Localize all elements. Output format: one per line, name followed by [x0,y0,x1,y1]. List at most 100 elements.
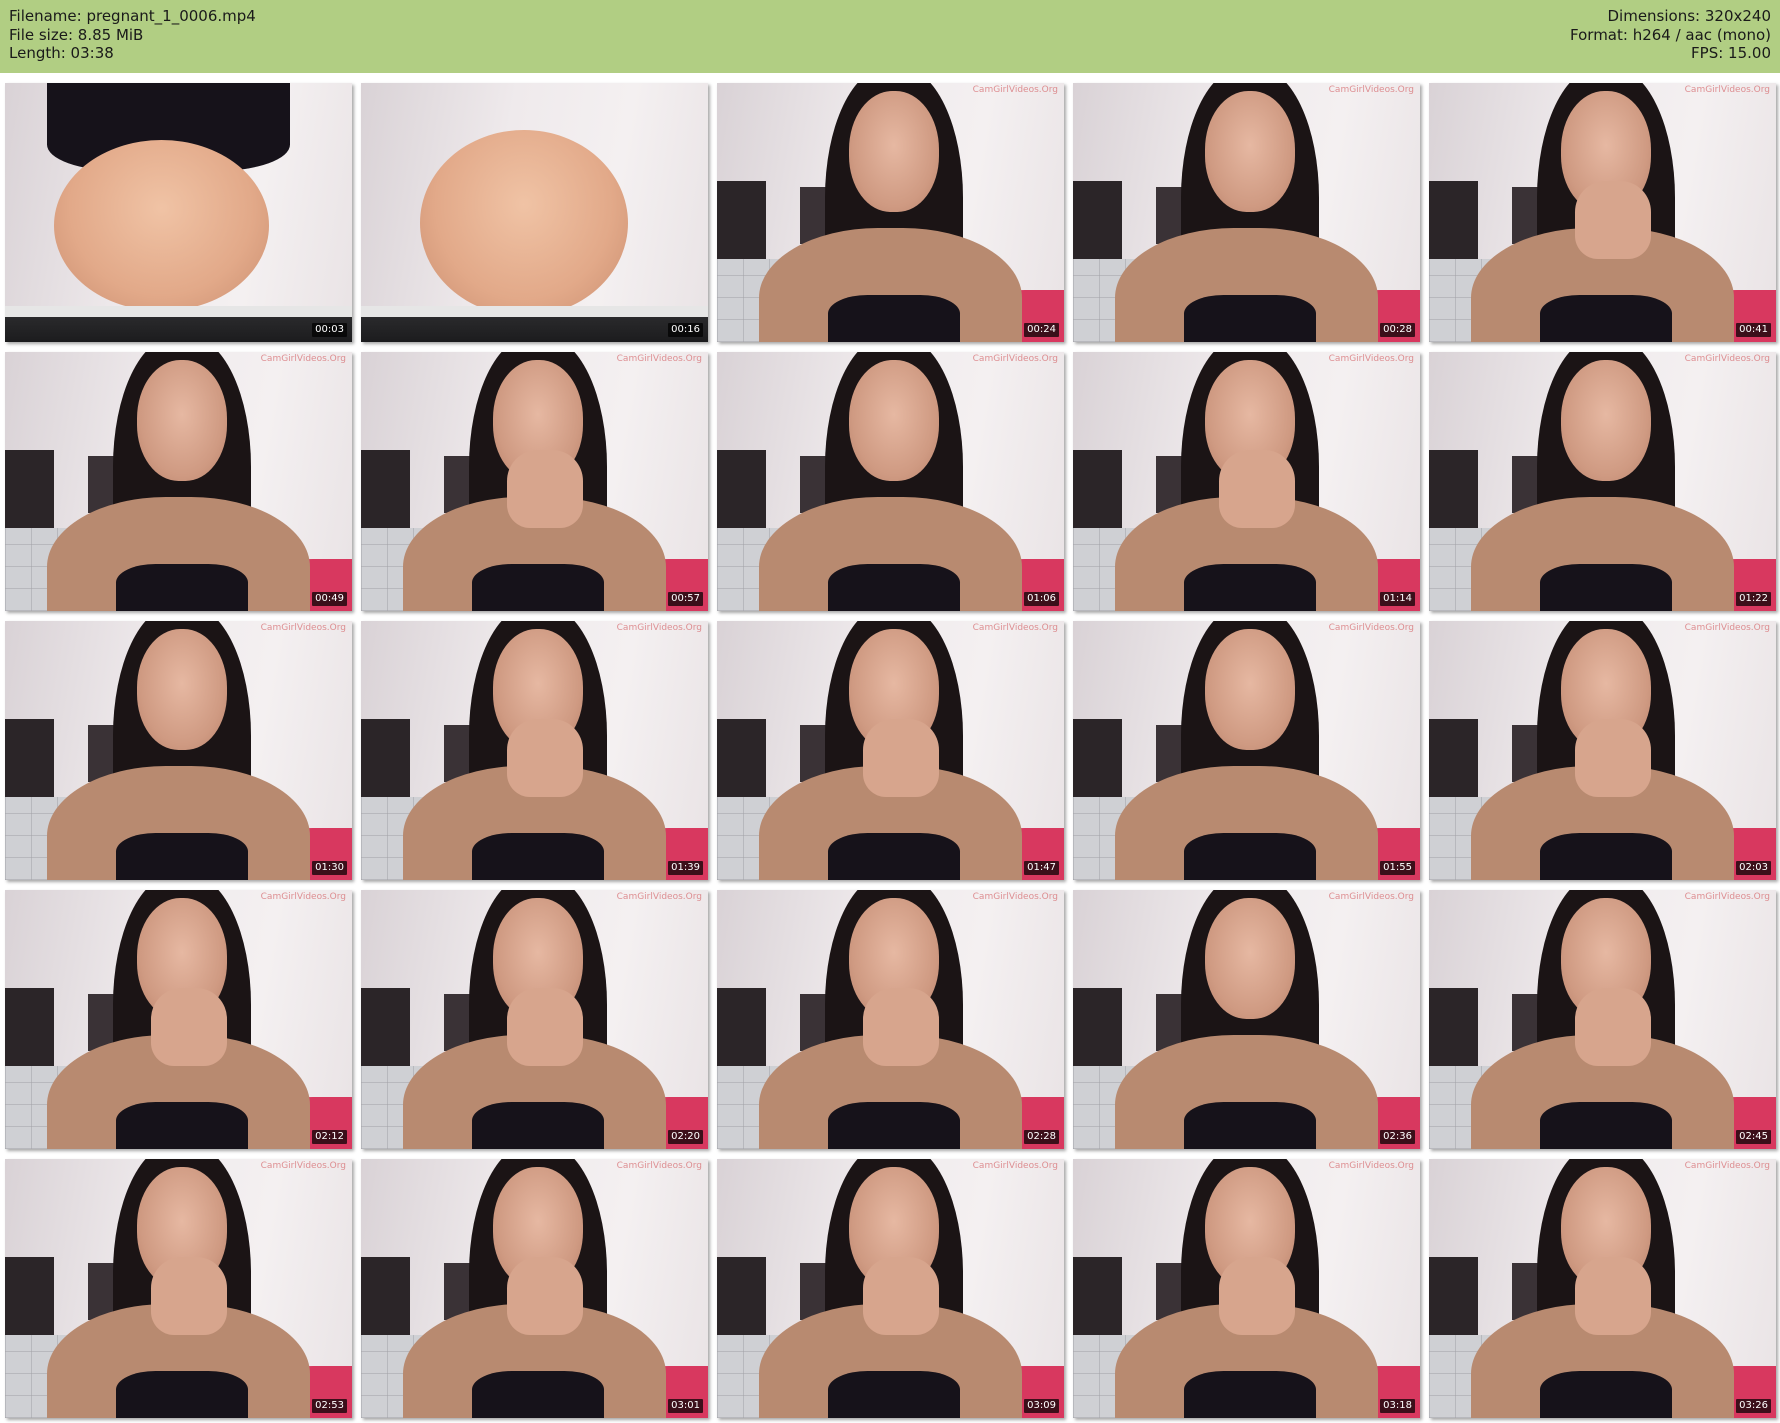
watermark-text: CamGirlVideos.Org [260,623,346,633]
frame-furniture [1429,450,1478,529]
video-frame-thumbnail: CamGirlVideos.Org 00:57 [361,352,708,611]
watermark-text: CamGirlVideos.Org [1684,1161,1770,1171]
frame-subject-hand [506,988,584,1067]
frame-furniture [1073,1257,1122,1336]
video-frame-thumbnail: CamGirlVideos.Org 02:03 [1429,621,1776,880]
frame-clothing [828,1102,960,1149]
timestamp-label: 02:20 [668,1130,703,1144]
frame-clothing [472,833,604,880]
timestamp-label: 03:26 [1736,1399,1771,1413]
frame-furniture [1429,1257,1478,1336]
timestamp-label: 02:53 [312,1399,347,1413]
frame-clothing [1184,1371,1316,1418]
watermark-text: CamGirlVideos.Org [260,354,346,364]
timestamp-label: 00:03 [312,323,347,337]
frame-furniture [1073,719,1122,798]
frame-subject-face [1560,359,1652,482]
timestamp-label: 03:09 [1024,1399,1059,1413]
timestamp-label: 01:14 [1380,592,1415,606]
frame-subject-hand [862,719,940,798]
frame-furniture [361,450,410,529]
frame-keyboard [361,305,708,342]
timestamp-label: 00:28 [1380,323,1415,337]
frame-subject-face [848,90,940,213]
timestamp-label: 00:16 [668,323,703,337]
frame-furniture [717,1257,766,1336]
video-frame-thumbnail: 00:16 [361,83,708,342]
frame-clothing [828,1371,960,1418]
timestamp-label: 01:22 [1736,592,1771,606]
timestamp-label: 00:24 [1024,323,1059,337]
watermark-text: CamGirlVideos.Org [972,892,1058,902]
frame-clothing [472,1371,604,1418]
timestamp-label: 03:01 [668,1399,703,1413]
watermark-text: CamGirlVideos.Org [1684,85,1770,95]
watermark-text: CamGirlVideos.Org [616,623,702,633]
frame-clothing [1540,1102,1672,1149]
frame-furniture [717,988,766,1067]
frame-furniture [717,719,766,798]
frame-clothing [116,1371,248,1418]
info-left: Filename: pregnant_1_0006.mp4 File size:… [9,7,256,63]
timestamp-label: 01:06 [1024,592,1059,606]
frame-subject-face [1204,90,1296,213]
frame-clothing [116,1102,248,1149]
format-text: Format: h264 / aac (mono) [1570,25,1771,44]
frame-subject-hand [862,988,940,1067]
frame-subject-hand [1574,988,1652,1067]
watermark-text: CamGirlVideos.Org [1684,623,1770,633]
frame-subject-hand [1574,719,1652,798]
frame-clothing [472,1102,604,1149]
frame-furniture [5,1257,54,1336]
video-frame-thumbnail: CamGirlVideos.Org 03:26 [1429,1159,1776,1418]
frame-clothing [1184,1102,1316,1149]
video-frame-thumbnail: 00:03 [5,83,352,342]
frame-clothing [828,833,960,880]
frame-furniture [717,450,766,529]
frame-subject-face [1204,897,1296,1020]
video-frame-thumbnail: CamGirlVideos.Org 00:49 [5,352,352,611]
file-size-text: File size: 8.85 MiB [9,25,144,44]
frame-clothing [1540,833,1672,880]
watermark-text: CamGirlVideos.Org [972,1161,1058,1171]
frame-subject-hand [862,1257,940,1336]
frame-subject-hand [1574,1257,1652,1336]
frame-subject-hand [1218,450,1296,529]
frame-subject-hand [1574,181,1652,260]
watermark-text: CamGirlVideos.Org [972,623,1058,633]
frame-furniture [1073,181,1122,260]
frame-furniture [1429,988,1478,1067]
frame-furniture [1073,450,1122,529]
frame-subject-hand [506,1257,584,1336]
video-frame-thumbnail: CamGirlVideos.Org 00:41 [1429,83,1776,342]
timestamp-label: 01:30 [312,861,347,875]
info-right: Dimensions: 320x240 Format: h264 / aac (… [1570,7,1771,63]
frame-clothing [1184,564,1316,611]
video-frame-thumbnail: CamGirlVideos.Org 02:20 [361,890,708,1149]
frame-furniture [5,719,54,798]
timestamp-label: 01:39 [668,861,703,875]
frame-subject-hand [506,450,584,529]
frame-subject-hand [1218,1257,1296,1336]
frame-clothing [1540,564,1672,611]
video-frame-thumbnail: CamGirlVideos.Org 01:55 [1073,621,1420,880]
frame-furniture [5,450,54,529]
timestamp-label: 01:55 [1380,861,1415,875]
watermark-text: CamGirlVideos.Org [616,1161,702,1171]
frame-subject-face [848,359,940,482]
video-frame-thumbnail: CamGirlVideos.Org 03:01 [361,1159,708,1418]
frame-furniture [1429,181,1478,260]
frame-furniture [5,988,54,1067]
timestamp-label: 02:28 [1024,1130,1059,1144]
video-frame-thumbnail: CamGirlVideos.Org 03:18 [1073,1159,1420,1418]
video-frame-thumbnail: CamGirlVideos.Org 01:47 [717,621,1064,880]
video-frame-thumbnail: CamGirlVideos.Org 01:06 [717,352,1064,611]
timestamp-label: 02:45 [1736,1130,1771,1144]
frame-clothing [1540,295,1672,342]
watermark-text: CamGirlVideos.Org [1328,354,1414,364]
video-frame-thumbnail: CamGirlVideos.Org 01:39 [361,621,708,880]
watermark-text: CamGirlVideos.Org [972,85,1058,95]
info-header: Filename: pregnant_1_0006.mp4 File size:… [0,0,1780,73]
dimensions-text: Dimensions: 320x240 [1607,7,1771,25]
video-frame-thumbnail: CamGirlVideos.Org 01:30 [5,621,352,880]
